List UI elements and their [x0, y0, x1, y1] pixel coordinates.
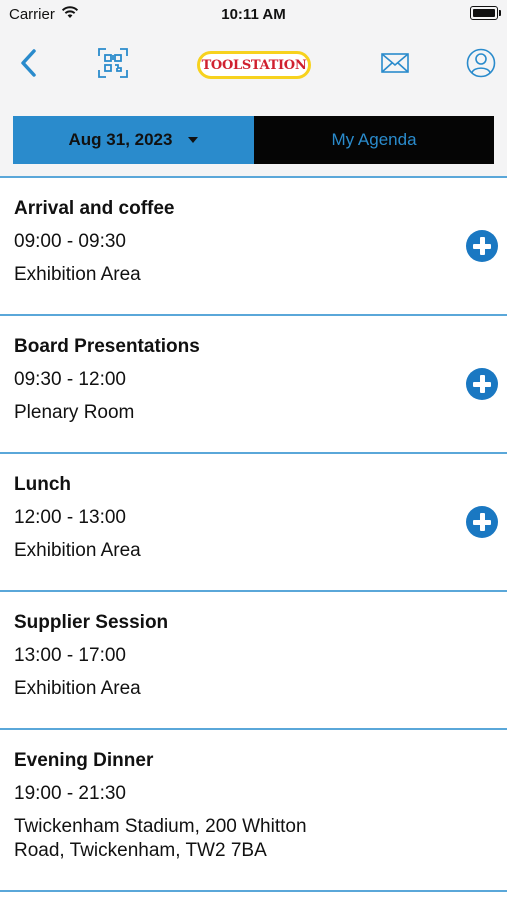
clock: 10:11 AM: [221, 6, 286, 23]
my-agenda-label: My Agenda: [331, 130, 417, 149]
session-list: Arrival and coffee 09:00 - 09:30 Exhibit…: [0, 176, 507, 892]
profile-icon: [466, 48, 496, 83]
segmented-control: Aug 31, 2023 My Agenda: [13, 116, 494, 164]
session-time: 09:30 - 12:00: [14, 369, 126, 390]
session-title: Evening Dinner: [14, 750, 154, 771]
session-item[interactable]: Board Presentations 09:30 - 12:00 Plenar…: [0, 316, 507, 454]
session-location: Exhibition Area: [14, 540, 141, 561]
date-picker-tab[interactable]: Aug 31, 2023: [13, 116, 254, 164]
session-time: 12:00 - 13:00: [14, 507, 126, 528]
session-title: Board Presentations: [14, 336, 200, 357]
session-time: 09:00 - 09:30: [14, 231, 126, 252]
logo-text: TOOLSTATION: [201, 57, 307, 73]
session-title: Supplier Session: [14, 612, 169, 633]
session-location: Plenary Room: [14, 402, 135, 423]
add-to-agenda-icon[interactable]: [466, 368, 498, 400]
qr-scan-icon: [97, 47, 129, 84]
session-time: 19:00 - 21:30: [14, 783, 126, 804]
session-location: Twickenham Stadium, 200 Whitton Road, Tw…: [14, 815, 493, 863]
session-time: 13:00 - 17:00: [14, 645, 126, 666]
session-location: Exhibition Area: [14, 264, 141, 285]
back-button[interactable]: [10, 46, 48, 84]
caret-down-icon: [188, 137, 199, 143]
add-to-agenda-icon[interactable]: [466, 230, 498, 262]
session-item[interactable]: Arrival and coffee 09:00 - 09:30 Exhibit…: [0, 178, 507, 316]
session-location-line: Road, Twickenham, TW2 7BA: [14, 840, 267, 861]
session-item[interactable]: Lunch 12:00 - 13:00 Exhibition Area: [0, 454, 507, 592]
session-location: Exhibition Area: [14, 678, 141, 699]
session-title: Arrival and coffee: [14, 198, 175, 219]
session-title: Lunch: [14, 474, 71, 495]
add-to-agenda-icon[interactable]: [466, 506, 498, 538]
session-item[interactable]: Evening Dinner 19:00 - 21:30 Twickenham …: [0, 730, 507, 892]
back-chevron-icon: [19, 48, 39, 83]
header-area: Carrier 10:11 AM TOOLSTATION Aug 31, 202…: [0, 0, 507, 178]
my-agenda-tab[interactable]: My Agenda: [254, 116, 494, 164]
profile-button[interactable]: [462, 46, 500, 84]
battery-icon: [470, 6, 501, 20]
nav-bar: TOOLSTATION: [0, 42, 507, 88]
messages-button[interactable]: [376, 46, 414, 84]
session-location-line: Twickenham Stadium, 200 Whitton: [14, 816, 307, 837]
date-label: Aug 31, 2023: [68, 130, 173, 149]
session-item[interactable]: Supplier Session 13:00 - 17:00 Exhibitio…: [0, 592, 507, 730]
mail-icon: [381, 52, 409, 78]
toolstation-logo: TOOLSTATION: [197, 51, 311, 79]
qr-scan-button[interactable]: [94, 46, 132, 84]
status-bar: Carrier 10:11 AM: [0, 0, 507, 30]
